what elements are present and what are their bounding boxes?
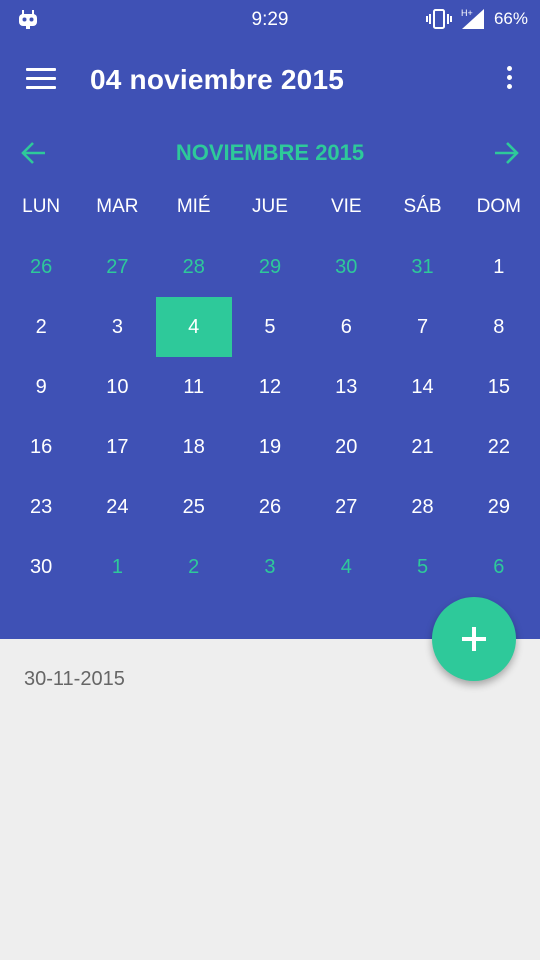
calendar-day[interactable]: 3 — [232, 537, 308, 597]
month-label: NOVIEMBRE 2015 — [175, 140, 365, 165]
calendar-day[interactable]: 23 — [3, 477, 79, 537]
event-date-label[interactable]: 30-11-2015 — [24, 668, 125, 691]
calendar-day[interactable]: 1 — [461, 237, 537, 297]
calendar-day[interactable]: 22 — [461, 417, 537, 477]
calendar-day[interactable]: 16 — [3, 417, 79, 477]
calendar-day[interactable]: 26 — [232, 477, 308, 537]
calendar-day[interactable]: 14 — [384, 357, 460, 417]
calendar-day[interactable]: 20 — [308, 417, 384, 477]
calendar-day[interactable]: 2 — [156, 537, 232, 597]
weekday-label: MIÉ — [176, 196, 211, 217]
calendar-week-row: 2345678 — [3, 297, 537, 357]
calendar-day[interactable]: 4 — [308, 537, 384, 597]
calendar-day[interactable]: 21 — [384, 417, 460, 477]
calendar-day[interactable]: 29 — [232, 237, 308, 297]
calendar-week-row: 9 10 11 12 13 14 15 — [3, 357, 537, 417]
weekday-label: MAR — [96, 196, 139, 217]
calendar-day[interactable]: 19 — [232, 417, 308, 477]
calendar-day[interactable]: 27 — [79, 237, 155, 297]
weekday-header: LUN MAR MIÉ JUE VIE SÁB DOM — [3, 196, 537, 218]
calendar-day[interactable]: 30 — [3, 537, 79, 597]
calendar-day[interactable]: 15 — [461, 357, 537, 417]
arrow-right-icon[interactable] — [491, 138, 521, 168]
calendar-day[interactable]: 5 — [232, 297, 308, 357]
calendar-week-row: 16 17 18 19 20 21 22 — [3, 417, 537, 477]
status-bar: 9:29 H+ 66% — [0, 0, 540, 40]
calendar-day[interactable]: 11 — [156, 357, 232, 417]
calendar-day[interactable]: 28 — [156, 237, 232, 297]
hamburger-icon[interactable] — [26, 68, 56, 92]
calendar-day[interactable]: 18 — [156, 417, 232, 477]
calendar-day[interactable]: 31 — [384, 237, 460, 297]
calendar-day[interactable]: 29 — [461, 477, 537, 537]
calendar-day[interactable]: 8 — [461, 297, 537, 357]
app-bar: 04 noviembre 2015 — [0, 40, 540, 120]
calendar-day[interactable]: 27 — [308, 477, 384, 537]
weekday-label: LUN — [22, 196, 61, 217]
calendar-day[interactable]: 25 — [156, 477, 232, 537]
page-title: 04 noviembre 2015 — [90, 64, 344, 95]
calendar-day[interactable]: 2 — [3, 297, 79, 357]
calendar-day[interactable]: 3 — [79, 297, 155, 357]
calendar-day-selected[interactable]: 4 — [155, 297, 232, 357]
calendar-day[interactable]: 28 — [384, 477, 460, 537]
add-event-button[interactable] — [432, 597, 516, 681]
weekday-label: JUE — [252, 196, 288, 217]
svg-text:H+: H+ — [461, 8, 473, 18]
vibrate-icon — [425, 9, 452, 29]
more-vert-icon[interactable] — [504, 66, 514, 96]
status-icons: H+ 66% — [425, 7, 528, 31]
weekday-label: SÁB — [403, 196, 442, 217]
calendar-day[interactable]: 9 — [3, 357, 79, 417]
hplus-signal-icon: H+ — [461, 8, 484, 29]
calendar-day[interactable]: 6 — [308, 297, 384, 357]
calendar-week-row: 26 27 28 29 30 31 1 — [3, 237, 537, 297]
month-navigation: NOVIEMBRE 2015 — [0, 130, 540, 176]
calendar-grid: 26 27 28 29 30 31 1 2 3 4 5 6 7 8 9 10 11 12 13 14 15 16 17 18 1… — [3, 237, 537, 597]
calendar-week-row: 30 1 2 3 4 5 6 — [3, 537, 537, 597]
calendar-day[interactable]: 12 — [232, 357, 308, 417]
calendar-week-row: 23 24 25 26 27 28 29 — [3, 477, 537, 537]
calendar-day[interactable]: 24 — [79, 477, 155, 537]
calendar-day[interactable]: 10 — [79, 357, 155, 417]
battery-level: 66% — [493, 9, 528, 28]
calendar-day[interactable]: 17 — [79, 417, 155, 477]
calendar-day[interactable]: 26 — [3, 237, 79, 297]
calendar-day[interactable]: 13 — [308, 357, 384, 417]
calendar-day[interactable]: 7 — [384, 297, 460, 357]
calendar-day[interactable]: 6 — [461, 537, 537, 597]
calendar-day[interactable]: 30 — [308, 237, 384, 297]
weekday-label: VIE — [330, 196, 362, 217]
calendar-header-panel: 9:29 H+ 66% 04 noviembre 2015 NOVIEMBRE … — [0, 0, 540, 639]
weekday-label: DOM — [476, 196, 521, 217]
calendar-day[interactable]: 1 — [79, 537, 155, 597]
calendar-day[interactable]: 5 — [384, 537, 460, 597]
